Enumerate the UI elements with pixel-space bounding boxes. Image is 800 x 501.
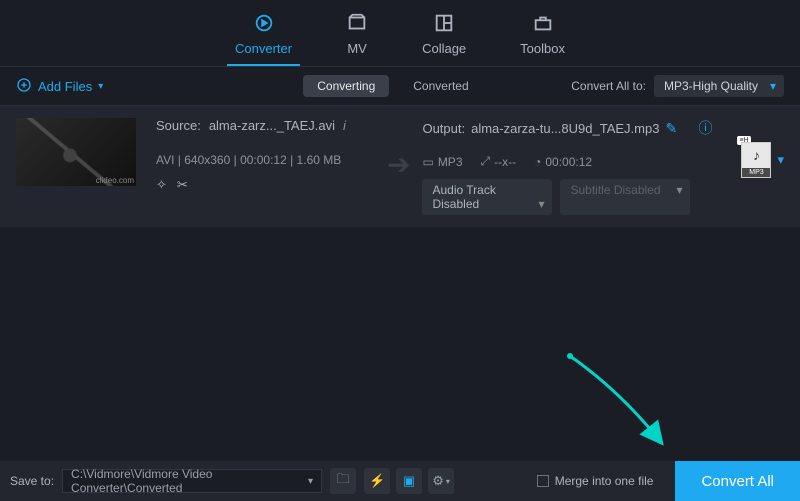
save-to-path-dropdown[interactable]: C:\Vidmore\Vidmore Video Converter\Conve…: [62, 469, 322, 493]
arrow-icon: ➔: [387, 148, 410, 181]
output-format-selector[interactable]: ≡H ▾: [741, 142, 784, 178]
checkbox-icon: [537, 475, 549, 487]
toolbox-icon: [532, 12, 554, 37]
nav-toolbox[interactable]: Toolbox: [512, 8, 573, 66]
folder-icon: 🗀: [337, 470, 350, 492]
nav-label: Toolbox: [520, 41, 565, 56]
audio-track-dropdown[interactable]: Audio Track Disabled: [422, 179, 552, 215]
scissors-icon[interactable]: ✂: [177, 177, 188, 193]
bottom-bar: Save to: C:\Vidmore\Vidmore Video Conver…: [0, 461, 800, 501]
status-tabs: Converting Converted: [303, 75, 482, 97]
info-circle-icon[interactable]: ⓘ: [698, 118, 712, 138]
open-folder-button[interactable]: 🗀: [330, 468, 356, 494]
convert-all-to: Convert All to: MP3-High Quality: [571, 75, 784, 97]
output-format: MP3: [438, 155, 463, 169]
chip-icon: ▣: [403, 473, 415, 489]
tab-converted[interactable]: Converted: [399, 75, 482, 97]
gear-icon: ⚙: [432, 473, 444, 489]
source-filename: alma-zarz..._TAEJ.avi: [209, 118, 335, 133]
mv-icon: [346, 12, 368, 37]
merge-label: Merge into one file: [555, 474, 654, 488]
lightning-button[interactable]: ⚡: [364, 468, 390, 494]
clock-icon: ◔: [534, 155, 541, 169]
convert-all-to-label: Convert All to:: [571, 79, 646, 93]
film-icon: ▭: [422, 155, 433, 169]
gpu-button[interactable]: ▣: [396, 468, 422, 494]
subtitle-dropdown[interactable]: Subtitle Disabled: [560, 179, 690, 215]
file-row: clideo.com Source: alma-zarz..._TAEJ.avi…: [0, 106, 800, 227]
convert-all-button[interactable]: Convert All: [675, 461, 800, 501]
source-column: Source: alma-zarz..._TAEJ.avi i AVI | 64…: [156, 118, 381, 193]
add-files-button[interactable]: Add Files ▾: [16, 77, 103, 96]
output-duration: 00:00:12: [545, 155, 592, 169]
output-filename: alma-zarza-tu...8U9d_TAEJ.mp3: [471, 121, 659, 136]
output-label: Output:: [422, 121, 465, 136]
merge-checkbox[interactable]: Merge into one file: [537, 474, 654, 488]
expand-icon: ⤢: [481, 154, 491, 169]
converter-icon: [253, 12, 275, 37]
settings-button[interactable]: ⚙▾: [428, 468, 454, 494]
output-column: Output: alma-zarza-tu...8U9d_TAEJ.mp3 ✎ …: [422, 118, 712, 215]
sub-bar: Add Files ▾ Converting Converted Convert…: [0, 66, 800, 106]
plus-icon: [16, 77, 32, 96]
save-to-label: Save to:: [10, 474, 54, 488]
nav-mv[interactable]: MV: [338, 8, 376, 66]
convert-all-to-dropdown[interactable]: MP3-High Quality: [654, 75, 784, 97]
mp3-file-icon: [741, 142, 771, 178]
edit-icon[interactable]: ✎: [665, 120, 677, 137]
nav-label: MV: [347, 41, 367, 56]
chevron-down-icon: ▾: [777, 152, 784, 168]
chevron-down-icon: ▾: [98, 81, 103, 92]
video-thumbnail[interactable]: clideo.com: [16, 118, 136, 186]
output-resolution: --x--: [494, 155, 516, 169]
collage-icon: [433, 12, 455, 37]
add-files-label: Add Files: [38, 79, 92, 94]
nav-label: Converter: [235, 41, 292, 56]
tab-converting[interactable]: Converting: [303, 75, 389, 97]
save-to-path-value: C:\Vidmore\Vidmore Video Converter\Conve…: [71, 467, 308, 495]
source-meta: AVI | 640x360 | 00:00:12 | 1.60 MB: [156, 153, 381, 167]
info-icon[interactable]: i: [343, 118, 346, 133]
nav-label: Collage: [422, 41, 466, 56]
lightning-icon: ⚡: [369, 473, 385, 489]
chevron-down-icon: ▾: [308, 476, 313, 487]
source-label: Source:: [156, 118, 201, 133]
nav-converter[interactable]: Converter: [227, 8, 300, 66]
top-nav: Converter MV Collage Toolbox: [0, 0, 800, 66]
nav-collage[interactable]: Collage: [414, 8, 474, 66]
thumbnail-watermark: clideo.com: [96, 176, 134, 185]
magic-wand-icon[interactable]: ✧: [156, 177, 167, 193]
annotation-arrow: [560, 351, 670, 451]
chevron-down-icon: ▾: [446, 477, 450, 486]
